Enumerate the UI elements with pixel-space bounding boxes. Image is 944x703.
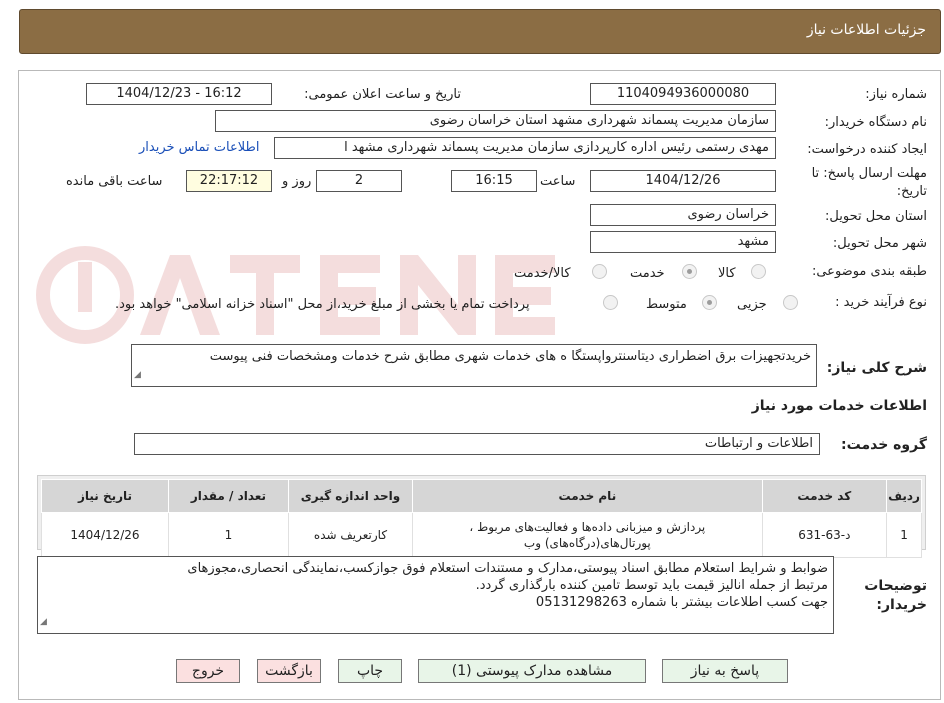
need-number-label: شماره نیاز: (865, 87, 927, 102)
buyer-notes-line-3: جهت کسب اطلاعات بیشتر با شماره 051312982… (535, 595, 828, 610)
need-number-field: 1104094936000080 (590, 83, 776, 105)
buyer-org-field: سازمان مدیریت پسماند شهرداری مشهد استان … (215, 110, 776, 132)
summary-textarea[interactable]: خریدتجهیزات برق اضطراری دیتاسنترواپستگا … (131, 344, 817, 387)
requester-field: مهدی رستمی رئیس اداره کارپردازی سازمان م… (274, 137, 776, 159)
buyer-notes-label: توضیحات (864, 578, 927, 594)
days-label: روز و (282, 174, 312, 189)
announce-date-field: 1404/12/23 - 16:12 (86, 83, 272, 105)
buyer-notes-line-2: مرتبط از جمله انالیز قیمت باید توسط تامی… (475, 578, 828, 593)
col-header-service-name: نام خدمت (412, 479, 763, 513)
cell-service-name: پردازش و میزبانی داده‌ها و فعالیت‌های مر… (412, 512, 763, 558)
deadline-label: مهلت ارسال پاسخ: تا (811, 166, 927, 181)
remaining-time-field: 22:17:12 (186, 170, 272, 192)
table-row: 1 د-63-631 پردازش و میزبانی داده‌ها و فع… (41, 512, 922, 558)
process-radio-medium[interactable] (702, 295, 717, 310)
category-radio-goods-service[interactable] (592, 264, 607, 279)
view-attachments-button[interactable]: مشاهده مدارک پیوستی (1) (418, 659, 646, 683)
process-note: پرداخت تمام یا بخشی از مبلغ خرید،از محل … (115, 297, 530, 312)
buyer-notes-label-2: خریدار: (876, 597, 927, 613)
col-header-service-code: کد خدمت (761, 479, 888, 513)
resize-handle-icon[interactable]: ◢ (134, 367, 141, 384)
page-title: جزئیات اطلاعات نیاز (806, 22, 926, 38)
category-option-goods-service: کالا/خدمت (514, 266, 571, 281)
city-label: شهر محل تحویل: (832, 236, 927, 251)
exit-button[interactable]: خروج (176, 659, 240, 683)
announce-date-label: تاریخ و ساعت اعلان عمومی: (304, 87, 461, 102)
items-table: ردیف کد خدمت نام خدمت واحد اندازه گیری ت… (41, 479, 922, 558)
process-type-label: نوع فرآیند خرید : (835, 295, 927, 310)
back-button[interactable]: بازگشت (257, 659, 321, 683)
cell-need-date: 1404/12/26 (41, 512, 169, 558)
services-heading: اطلاعات خدمات مورد نیاز (751, 398, 927, 414)
buyer-notes-line-1: ضوابط و شرایط استعلام مطابق اسناد پیوستی… (187, 561, 828, 576)
summary-label: شرح کلی نیاز: (826, 360, 927, 376)
process-radio-minor[interactable] (783, 295, 798, 310)
summary-text: خریدتجهیزات برق اضطراری دیتاسنترواپستگا … (209, 349, 811, 364)
reply-button[interactable]: پاسخ به نیاز (662, 659, 788, 683)
category-label: طبقه بندی موضوعی: (811, 264, 927, 279)
province-field: خراسان رضوی (590, 204, 776, 226)
category-radio-service[interactable] (682, 264, 697, 279)
deadline-time-label: ساعت (540, 174, 576, 189)
print-button[interactable]: چاپ (338, 659, 402, 683)
table-header-row: ردیف کد خدمت نام خدمت واحد اندازه گیری ت… (41, 479, 922, 513)
col-header-quantity: تعداد / مقدار (168, 479, 289, 513)
items-table-container: ردیف کد خدمت نام خدمت واحد اندازه گیری ت… (37, 475, 926, 558)
remaining-time-label: ساعت باقی مانده (66, 174, 163, 189)
service-group-field: اطلاعات و ارتباطات (134, 433, 820, 455)
buyer-contact-link[interactable]: اطلاعات تماس خریدار (139, 140, 259, 155)
cell-quantity: 1 (168, 512, 289, 558)
col-header-row-number: ردیف (886, 479, 922, 513)
deadline-label-2: تاریخ: (896, 184, 927, 199)
deadline-time-field: 16:15 (451, 170, 537, 192)
days-remaining-field: 2 (316, 170, 402, 192)
province-label: استان محل تحویل: (825, 209, 927, 224)
deadline-date-field: 1404/12/26 (590, 170, 776, 192)
cell-service-code: د-63-631 (761, 512, 888, 558)
buyer-notes-textarea[interactable]: ضوابط و شرایط استعلام مطابق اسناد پیوستی… (37, 556, 834, 634)
header-bar: جزئیات اطلاعات نیاز (19, 9, 941, 54)
cell-row-number: 1 (886, 512, 922, 558)
resize-handle-icon[interactable]: ◢ (40, 614, 47, 631)
category-option-service: خدمت (630, 266, 665, 281)
buyer-org-label: نام دستگاه خریدار: (824, 115, 927, 130)
category-option-goods: کالا (718, 266, 736, 281)
requester-label: ایجاد کننده درخواست: (807, 142, 927, 157)
category-radio-goods[interactable] (751, 264, 766, 279)
city-field: مشهد (590, 231, 776, 253)
col-header-unit: واحد اندازه گیری (287, 479, 414, 513)
process-option-medium: متوسط (646, 297, 687, 312)
process-option-minor: جزیی (737, 297, 767, 312)
cell-unit: کارتعریف شده (287, 512, 414, 558)
process-radio-treasury[interactable] (603, 295, 618, 310)
col-header-need-date: تاریخ نیاز (41, 479, 169, 513)
service-group-label: گروه خدمت: (841, 437, 927, 453)
